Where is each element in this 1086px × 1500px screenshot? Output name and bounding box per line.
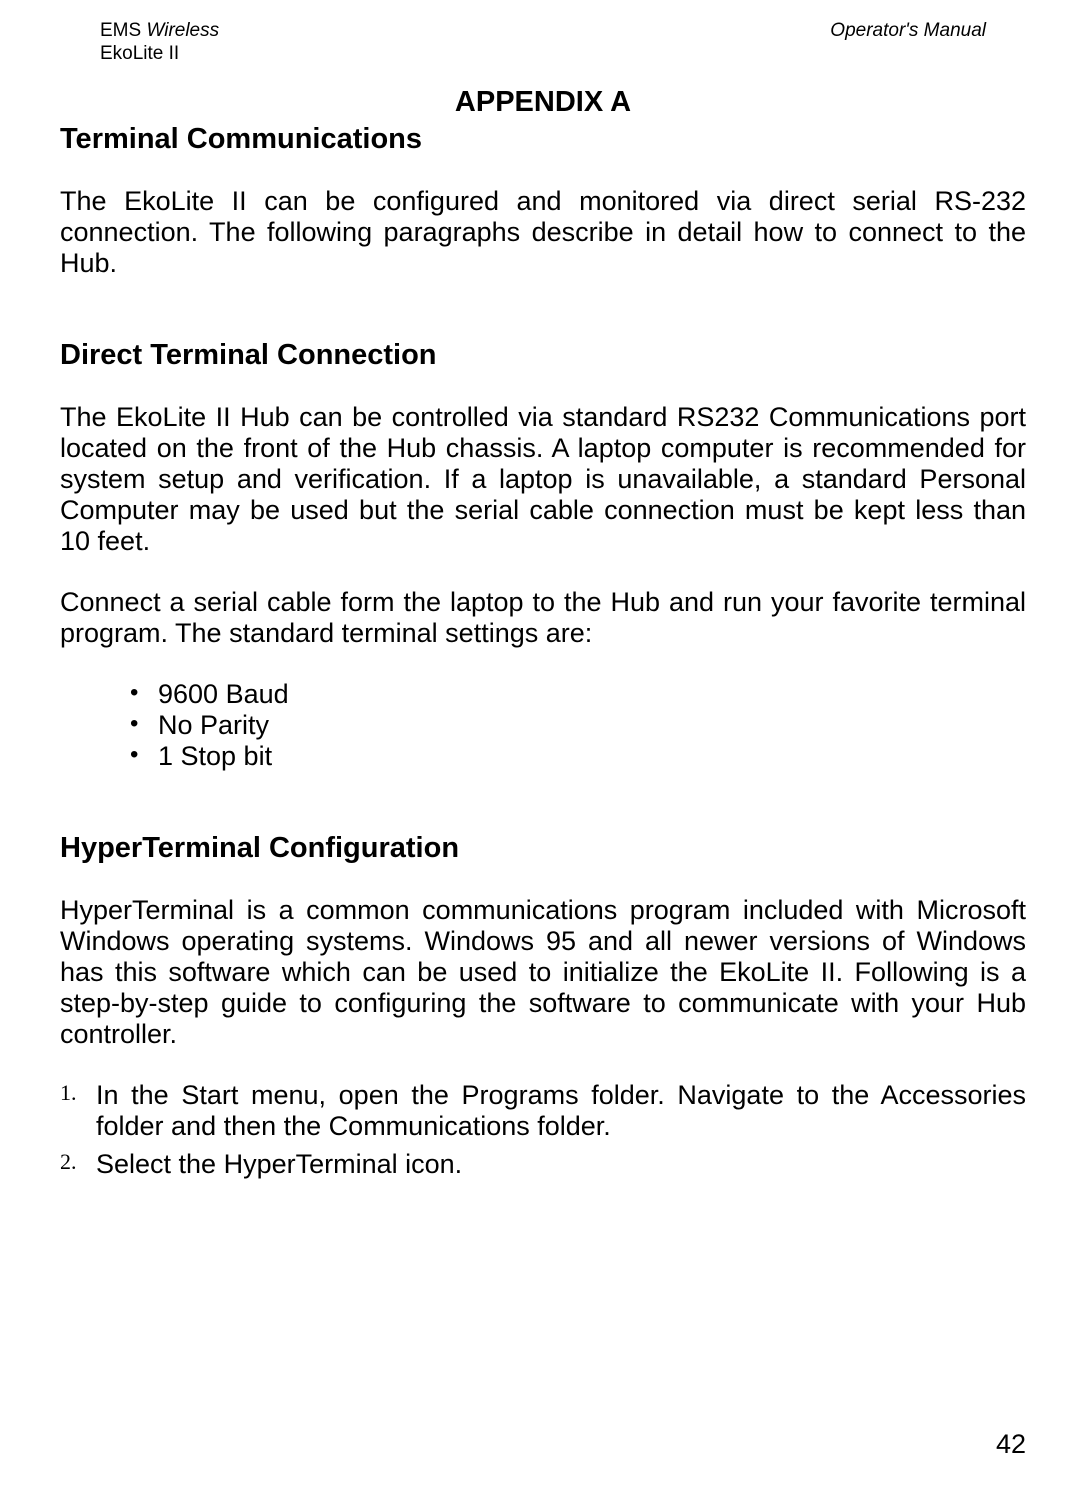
appendix-title: APPENDIX A [60,86,1026,119]
section-heading-direct-terminal: Direct Terminal Connection [60,339,1026,372]
header-company-suffix: Wireless [146,20,219,41]
step-number-2: 2. [60,1149,77,1174]
step-text-2: Select the HyperTerminal icon. [96,1149,462,1179]
header-left: EMS Wireless EkoLite II [60,20,219,66]
page-header: EMS Wireless EkoLite II Operator's Manua… [60,20,1026,66]
section-heading-hyperterminal: HyperTerminal Configuration [60,832,1026,865]
step-item-2: 2. Select the HyperTerminal icon. [60,1149,1026,1180]
terminal-settings-list: 9600 Baud No Parity 1 Stop bit [60,679,1026,772]
header-manual-label: Operator's Manual [830,20,1026,66]
bullet-item-parity: No Parity [130,710,1026,741]
bullet-item-baud: 9600 Baud [130,679,1026,710]
section2-para2: Connect a serial cable form the laptop t… [60,587,1026,649]
step-item-1: 1. In the Start menu, open the Programs … [60,1080,1026,1142]
bullet-item-stopbit: 1 Stop bit [130,741,1026,772]
header-product: EkoLite II [100,43,219,66]
section1-para1: The EkoLite II can be configured and mon… [60,186,1026,279]
header-company-prefix: EMS [100,20,146,41]
section3-para1: HyperTerminal is a common communications… [60,895,1026,1050]
page-number: 42 [996,1429,1026,1460]
document-page: EMS Wireless EkoLite II Operator's Manua… [0,0,1086,1500]
step-text-1: In the Start menu, open the Programs fol… [96,1080,1026,1141]
hyperterminal-steps-list: 1. In the Start menu, open the Programs … [60,1080,1026,1185]
section2-para1: The EkoLite II Hub can be controlled via… [60,402,1026,557]
section-heading-terminal-communications: Terminal Communications [60,123,1026,156]
step-number-1: 1. [60,1080,77,1105]
header-company: EMS Wireless [100,20,219,43]
